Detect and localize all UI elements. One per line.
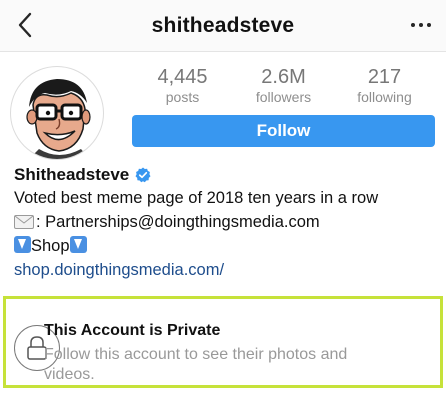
private-title: This Account is Private bbox=[44, 322, 221, 339]
stat-label: followers bbox=[255, 89, 312, 105]
avatar[interactable] bbox=[10, 66, 104, 160]
bio-name-row: Shitheadsteve bbox=[14, 164, 438, 186]
partnerships-email: : Partnerships@doingthingsmedia.com bbox=[36, 213, 320, 231]
stat-value: 2.6M bbox=[261, 66, 306, 88]
private-subtitle: Follow this account to see their photos … bbox=[44, 346, 348, 383]
private-account-notice: This Account is Private Follow this acco… bbox=[3, 296, 443, 388]
stat-value: 4,445 bbox=[157, 66, 208, 88]
down-arrow-icon bbox=[14, 236, 31, 253]
top-nav-bar: shitheadsteve bbox=[0, 0, 446, 52]
display-name: Shitheadsteve bbox=[14, 165, 130, 184]
bio-line-2: : Partnerships@doingthingsmedia.com bbox=[14, 210, 438, 234]
profile-stats: 4,445 posts 2.6M followers 217 following bbox=[132, 66, 436, 110]
stat-label: posts bbox=[165, 89, 200, 105]
stat-label: following bbox=[357, 89, 412, 105]
envelope-icon bbox=[14, 215, 34, 229]
verified-badge-icon bbox=[135, 167, 151, 183]
page-title: shitheadsteve bbox=[151, 14, 295, 37]
stat-following[interactable]: 217 following bbox=[334, 66, 435, 110]
bio-line-3: Shop bbox=[14, 234, 438, 258]
down-arrow-icon bbox=[69, 236, 87, 253]
stat-followers[interactable]: 2.6M followers bbox=[233, 66, 334, 110]
follow-button[interactable]: Follow bbox=[132, 115, 435, 147]
cartoon-avatar-image bbox=[26, 79, 91, 159]
bio-website-link[interactable]: shop.doingthingsmedia.com/ bbox=[14, 258, 438, 282]
shop-text: Shop bbox=[31, 237, 70, 255]
stat-value: 217 bbox=[367, 66, 402, 88]
bio-line-1: Voted best meme page of 2018 ten years i… bbox=[14, 189, 379, 207]
stat-posts: 4,445 posts bbox=[132, 66, 233, 110]
more-horizontal-icon bbox=[411, 23, 415, 27]
profile-bio: Shitheadsteve Voted best meme page of 20… bbox=[14, 164, 438, 282]
more-options-button[interactable] bbox=[406, 12, 436, 38]
